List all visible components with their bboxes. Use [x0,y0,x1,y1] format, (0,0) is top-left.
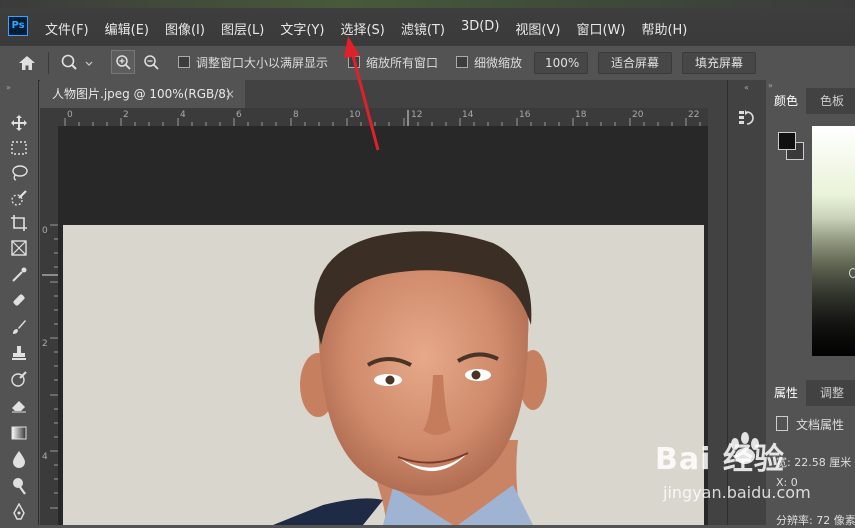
marquee-tool-icon[interactable] [10,139,28,157]
ruler-label: 20 [632,110,644,120]
zoom-in-icon [116,55,131,70]
ruler-label: 8 [293,110,299,120]
document-tab[interactable]: 人物图片.jpeg @ 100%(RGB/8) × [40,80,245,108]
zoom-value-field[interactable]: 100% [534,52,588,74]
menu-bar: Ps 文件(F) 编辑(E) 图像(I) 图层(L) 文字(Y) 选择(S) 滤… [0,0,855,46]
lasso-tool-icon[interactable] [10,164,28,182]
frame-tool-icon[interactable] [10,239,28,257]
tab-swatches[interactable]: 色板 [812,88,852,114]
options-bar: 调整窗口大小以满屏显示 缩放所有窗口 细微缩放 100% 适合屏幕 填充屏幕 [0,46,855,81]
fit-screen-button[interactable]: 适合屏幕 [598,52,672,74]
document-tab-title: 人物图片.jpeg @ 100%(RGB/8) [52,87,231,101]
pen-tool-icon[interactable] [10,503,28,521]
properties-panel-tabs: 属性 调整 [766,380,855,406]
menu-window[interactable]: 窗口(W) [576,19,625,38]
zoom-out-icon[interactable] [143,54,161,72]
menu-view[interactable]: 视图(V) [515,19,560,38]
scrubby-zoom-option[interactable]: 细微缩放 [456,54,522,71]
menu-3d[interactable]: 3D(D) [461,19,499,38]
ruler-label: 2 [123,110,129,120]
foreground-color-swatch[interactable] [778,132,796,150]
watermark-url: jingyan.baidu.com [663,483,811,502]
quick-selection-tool-icon[interactable] [10,189,28,207]
ruler-label: 0 [42,226,48,236]
menu-type[interactable]: 文字(Y) [280,19,324,38]
ruler-label: 6 [236,110,242,120]
separator [48,52,49,74]
resize-windows-checkbox[interactable] [178,56,190,68]
tab-color[interactable]: 颜色 [766,88,807,114]
menu-file[interactable]: 文件(F) [45,19,89,38]
crop-tool-icon[interactable] [10,214,28,232]
move-tool-icon[interactable] [10,114,28,132]
baidu-jingyan-watermark: Bai 经验 jingyan.baidu.com [655,428,855,525]
home-icon[interactable] [18,55,36,71]
color-picker-field[interactable] [812,126,855,356]
resize-windows-option[interactable]: 调整窗口大小以满屏显示 [178,54,328,71]
ruler-label: 0 [67,110,73,120]
color-picker-cursor[interactable] [849,268,855,278]
portrait-photo [273,231,547,525]
zoom-in-button[interactable] [111,50,135,74]
ruler-corner [40,108,58,126]
vertical-ruler: 0 2 4 [40,126,59,525]
title-strip [0,0,855,8]
scrubby-zoom-checkbox[interactable] [456,56,468,68]
ruler-label: 4 [180,110,186,120]
watermark-brand: Bai 经验 [655,442,785,477]
ruler-label: 22 [688,110,700,120]
eraser-tool-icon[interactable] [10,396,28,414]
fill-screen-button[interactable]: 填充屏幕 [682,52,756,74]
gradient-tool-icon[interactable] [10,424,28,442]
blur-tool-icon[interactable] [10,450,28,468]
ruler-label: 2 [42,339,48,349]
vertical-ruler-ticks [42,224,58,509]
tab-properties[interactable]: 属性 [766,380,807,406]
menu-help[interactable]: 帮助(H) [641,19,687,38]
eyedropper-tool-icon[interactable] [10,266,28,284]
brush-tool-icon[interactable] [10,318,28,336]
tab-adjustments[interactable]: 调整 [812,380,852,406]
annotation-arrow-icon [344,36,380,151]
menu-image[interactable]: 图像(I) [165,19,205,38]
color-panel-tabs: 颜色 色板 [766,88,855,114]
history-panel-icon[interactable] [737,108,757,128]
close-tab-icon[interactable]: × [225,80,235,108]
menu-layer[interactable]: 图层(L) [221,19,264,38]
healing-brush-tool-icon[interactable] [10,291,28,309]
scrubby-zoom-label: 细微缩放 [474,56,523,70]
menu-filter[interactable]: 滤镜(T) [401,19,445,38]
history-brush-tool-icon[interactable] [10,370,28,388]
photoshop-logo-icon: Ps [8,16,28,36]
document-image[interactable] [63,225,704,525]
clone-stamp-tool-icon[interactable] [10,344,28,362]
collapse-arrows-icon[interactable]: « [744,83,749,92]
collapse-arrows-icon[interactable]: » [6,83,11,92]
ruler-label: 18 [575,110,587,120]
menu-edit[interactable]: 编辑(E) [105,19,149,38]
zoom-tool-icon[interactable] [60,54,100,72]
dodge-tool-icon[interactable] [10,477,28,495]
resize-windows-label: 调整窗口大小以满屏显示 [196,56,329,70]
ruler-label: 14 [462,110,474,120]
ruler-label: 16 [519,110,531,120]
ruler-label: 4 [42,452,48,462]
tools-panel: » [0,80,39,525]
ruler-label: 12 [411,110,423,120]
